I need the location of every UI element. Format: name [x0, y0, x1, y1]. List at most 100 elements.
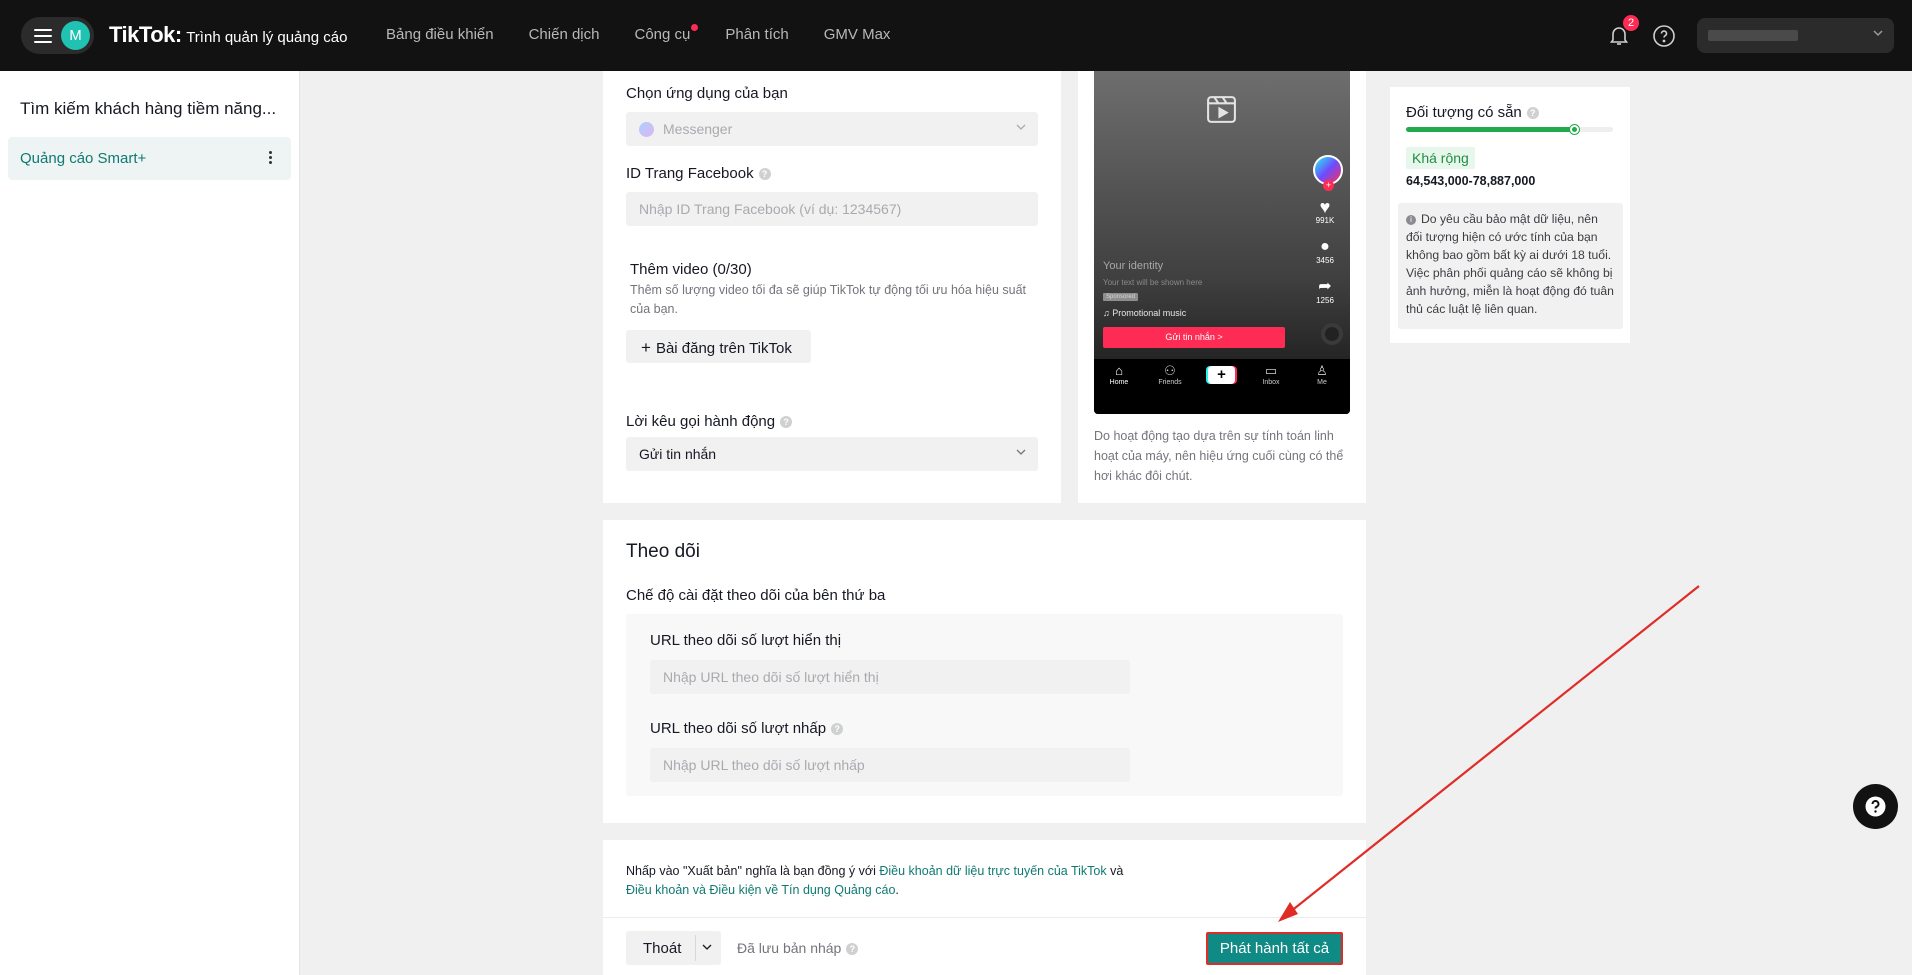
exit-button-label: Thoát — [643, 940, 682, 957]
preview-text-placeholder: Your text will be shown here — [1103, 278, 1203, 287]
like-icon: ♥ 991K — [1315, 197, 1335, 225]
account-selector[interactable] — [1697, 18, 1894, 53]
terms-prefix: Nhấp vào "Xuất bản" nghĩa là bạn đồng ý … — [626, 864, 880, 878]
preview-cta-button: Gửi tin nhắn > — [1103, 327, 1285, 348]
app-label: Chọn ứng dụng của bạn — [626, 85, 788, 102]
sidebar-campaign-title[interactable]: Tìm kiếm khách hàng tiềm năng... — [20, 99, 276, 119]
follow-plus-icon: + — [1323, 180, 1334, 191]
click-url-input[interactable]: Nhập URL theo dõi số lượt nhấp — [650, 748, 1130, 782]
preview-nav-home: Home — [1109, 379, 1129, 386]
music-disc-icon — [1321, 323, 1343, 345]
preview-nav-inbox: Inbox — [1262, 379, 1280, 386]
nav-tools-label: Công cụ — [634, 26, 691, 43]
info-icon: i — [1406, 215, 1416, 225]
create-plus-icon: + — [1208, 366, 1235, 384]
nav-tools[interactable]: Công cụ — [634, 24, 699, 43]
sponsored-badge: Sponsored — [1103, 293, 1139, 301]
question-icon[interactable]: ? — [758, 168, 771, 181]
ad-credit-terms-link[interactable]: Điều khoản và Điều kiện về Tín dụng Quản… — [626, 883, 895, 897]
main-nav: Bảng điều khiển Chiến dịch Công cụ Phân … — [386, 24, 925, 43]
phone-preview: + ♥ 991K ● 3456 ➦ 1256 Your identity Your t… — [1094, 71, 1350, 414]
call-to-action-label-text: Lời kêu gọi hành động — [626, 413, 776, 430]
question-icon[interactable]: ? — [1526, 107, 1539, 120]
inbox-icon: ▭ Inbox — [1262, 363, 1280, 386]
question-icon[interactable]: ? — [780, 416, 793, 429]
plus-icon: + — [641, 338, 651, 357]
audience-size-fill — [1406, 127, 1574, 132]
exit-split-divider — [695, 935, 696, 961]
draft-status: Đã lưu bản nháp? — [737, 940, 859, 956]
tiktok-post-button[interactable]: + Bài đăng trên TikTok — [626, 330, 811, 363]
floating-help-button[interactable] — [1853, 784, 1898, 829]
preview-disclaimer: Do hoạt động tạo dựa trên sự tính toán l… — [1094, 429, 1344, 483]
sidebar-item-label: Quảng cáo Smart+ — [20, 150, 147, 167]
home-icon: ⌂ Home — [1109, 363, 1129, 386]
facebook-page-id-input[interactable]: Nhập ID Trang Facebook (ví dụ: 1234567) — [626, 192, 1038, 226]
audience-privacy-note-text: Do yêu cầu bảo mật dữ liệu, nên đối tượn… — [1406, 212, 1614, 316]
friends-icon: ⚇ Friends — [1158, 363, 1182, 386]
account-name-redacted — [1708, 30, 1798, 41]
audience-title-text: Đối tượng có sẵn — [1406, 104, 1522, 121]
preview-bottom-nav: ⌂ Home ⚇ Friends + ▭ Inbox ♙ Me — [1094, 359, 1350, 414]
facebook-page-id-label: ID Trang Facebook? — [626, 165, 771, 182]
top-navigation-bar: M TikTok : Trình quản lý quảng cáo Bảng … — [0, 0, 1912, 71]
sidebar-item-smart-plus[interactable]: Quảng cáo Smart+ — [8, 137, 291, 180]
impression-url-input[interactable]: Nhập URL theo dõi số lượt hiển thị — [650, 660, 1130, 694]
more-options-icon[interactable] — [269, 151, 273, 166]
call-to-action-select[interactable]: Gửi tin nhắn — [626, 437, 1038, 471]
audience-size-meter — [1406, 125, 1613, 134]
nav-dashboard[interactable]: Bảng điều khiển — [386, 26, 494, 43]
chevron-down-icon — [1016, 124, 1026, 130]
audience-size-marker — [1569, 125, 1579, 134]
question-icon[interactable]: ? — [846, 943, 859, 956]
call-to-action-label: Lời kêu gọi hành động? — [626, 413, 793, 430]
tiktok-post-button-label: Bài đăng trên TikTok — [655, 340, 792, 357]
preview-music: ♫ Promotional music — [1103, 308, 1187, 318]
tiktok-post-button-content: + Bài đăng trên TikTok — [641, 338, 792, 358]
brand[interactable]: TikTok : Trình quản lý quảng cáo — [109, 22, 347, 48]
avatar[interactable]: M — [61, 21, 90, 50]
comment-icon: ● 3456 — [1316, 238, 1334, 265]
click-url-label: URL theo dõi số lượt nhấp? — [650, 720, 844, 737]
tiktok-logo: TikTok — [109, 22, 175, 47]
help-circle-icon[interactable] — [1652, 24, 1676, 48]
nav-gmv-max[interactable]: GMV Max — [824, 26, 891, 43]
like-count: 991K — [1315, 216, 1335, 225]
brand-separator: : — [174, 22, 183, 47]
audience-privacy-note: i Do yêu cầu bảo mật dữ liệu, nên đối tượ… — [1398, 203, 1623, 329]
campaign-sidebar: Tìm kiếm khách hàng tiềm năng... Quảng c… — [0, 71, 300, 975]
profile-icon: ♙ Me — [1316, 363, 1328, 386]
call-to-action-value: Gửi tin nhắn — [639, 446, 717, 462]
exit-button[interactable]: Thoát — [626, 931, 721, 965]
preview-nav-friends: Friends — [1158, 379, 1182, 386]
tracking-title: Theo dõi — [626, 541, 700, 562]
facebook-page-id-label-text: ID Trang Facebook — [626, 165, 754, 182]
chevron-down-icon — [1016, 449, 1026, 455]
hamburger-icon[interactable] — [34, 29, 52, 43]
nav-analytics[interactable]: Phân tích — [725, 26, 788, 43]
add-video-label: Thêm video (0/30) — [630, 261, 752, 278]
share-count: 1256 — [1316, 296, 1334, 305]
app-select-value: Messenger — [663, 121, 733, 137]
chevron-down-icon[interactable] — [702, 942, 712, 952]
third-party-tracking-label: Chế độ cài đặt theo dõi của bên thứ ba — [626, 587, 886, 604]
tiktok-data-terms-link[interactable]: Điều khoản dữ liệu trực tuyến của TikTok — [879, 864, 1106, 878]
draft-status-text: Đã lưu bản nháp — [737, 940, 842, 956]
terms-end: . — [895, 883, 899, 897]
question-icon[interactable]: ? — [831, 723, 844, 736]
audience-range: 64,543,000-78,887,000 — [1406, 174, 1536, 188]
click-url-label-text: URL theo dõi số lượt nhấp — [650, 720, 827, 737]
app-select[interactable]: Messenger — [626, 112, 1038, 146]
notification-badge: 2 — [1623, 15, 1639, 31]
help-circle-icon — [1865, 796, 1886, 817]
terms-and: và — [1106, 864, 1124, 878]
add-video-help: Thêm số lượng video tối đa sẽ giúp TikTo… — [630, 283, 1027, 316]
new-dot-indicator — [691, 24, 699, 31]
impression-url-label: URL theo dõi số lượt hiển thị — [650, 632, 842, 649]
brand-subtitle: Trình quản lý quảng cáo — [186, 29, 348, 46]
nav-campaigns[interactable]: Chiến dịch — [529, 26, 600, 43]
menu-account-pill[interactable]: M — [21, 17, 94, 54]
preview-nav-me: Me — [1317, 379, 1327, 386]
facebook-page-id-placeholder: Nhập ID Trang Facebook (ví dụ: 1234567) — [639, 201, 902, 217]
publish-all-button[interactable]: Phát hành tất cả — [1206, 932, 1343, 965]
